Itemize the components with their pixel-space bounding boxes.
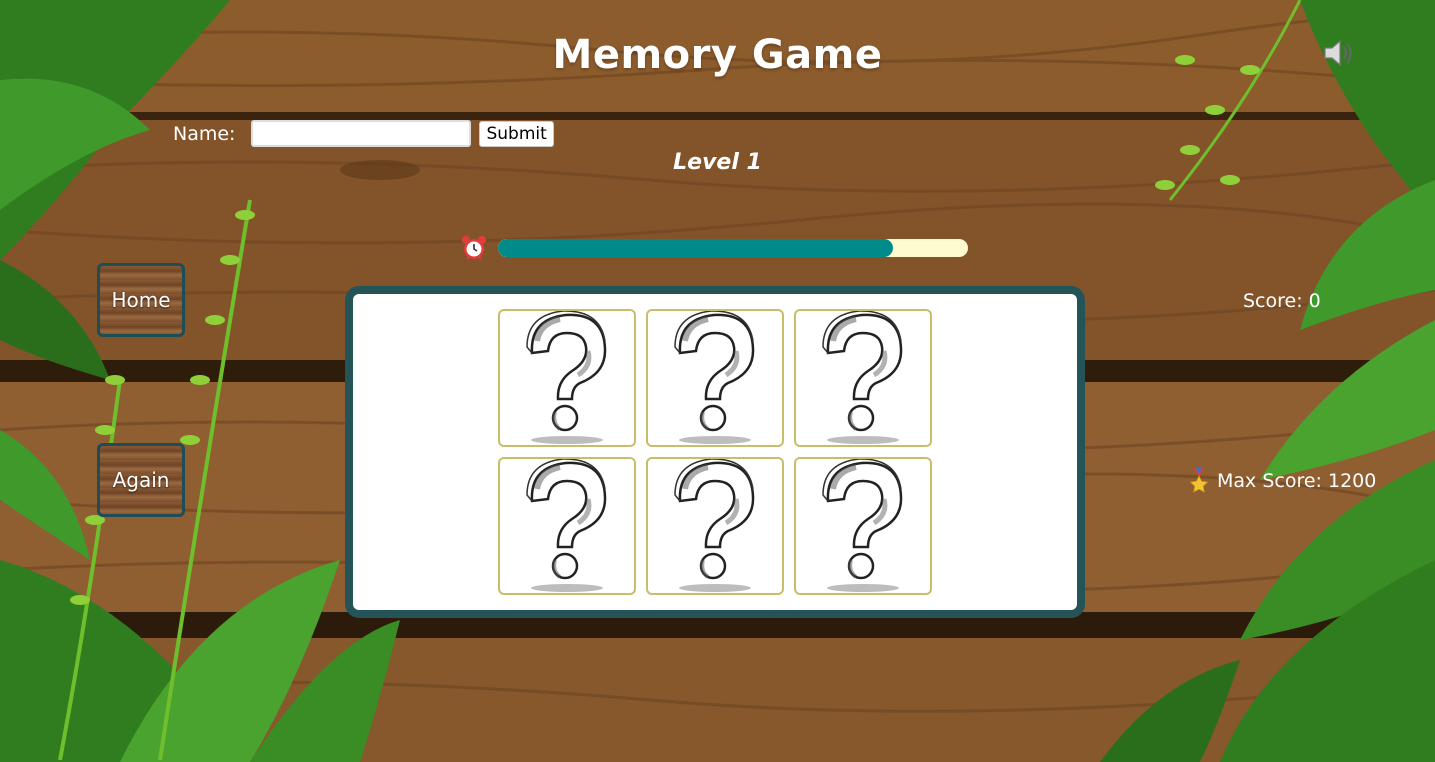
again-button-label: Again	[112, 468, 170, 492]
name-label: Name:	[173, 122, 236, 145]
score-display: Score: 0	[1243, 290, 1321, 312]
home-button[interactable]: Home	[97, 263, 185, 337]
max-score-text: Max Score: 1200	[1217, 470, 1377, 492]
game-board	[345, 286, 1085, 618]
timer-bar	[498, 239, 968, 257]
name-input[interactable]	[251, 120, 472, 147]
memory-card[interactable]	[646, 457, 784, 595]
memory-card[interactable]	[794, 457, 932, 595]
timer-bar-fill	[498, 239, 893, 257]
question-mark-icon	[822, 459, 903, 592]
question-mark-icon	[526, 311, 607, 444]
level-indicator: Level 1	[673, 150, 762, 175]
alarm-clock-icon	[460, 234, 488, 262]
speaker-icon[interactable]	[1322, 38, 1356, 68]
memory-card[interactable]	[498, 457, 636, 595]
question-mark-icon	[674, 311, 755, 444]
game-title: Memory Game	[552, 32, 883, 78]
question-mark-icon	[822, 311, 903, 444]
memory-card[interactable]	[794, 309, 932, 447]
name-form: Name: Submit	[173, 120, 554, 147]
submit-button[interactable]: Submit	[479, 120, 554, 147]
card-grid	[498, 309, 932, 595]
medal-icon	[1188, 468, 1210, 494]
memory-card[interactable]	[646, 309, 784, 447]
max-score-display: Max Score: 1200	[1188, 468, 1376, 494]
question-mark-icon	[674, 459, 755, 592]
question-mark-icon	[526, 459, 607, 592]
memory-card[interactable]	[498, 309, 636, 447]
home-button-label: Home	[111, 288, 171, 312]
again-button[interactable]: Again	[97, 443, 185, 517]
